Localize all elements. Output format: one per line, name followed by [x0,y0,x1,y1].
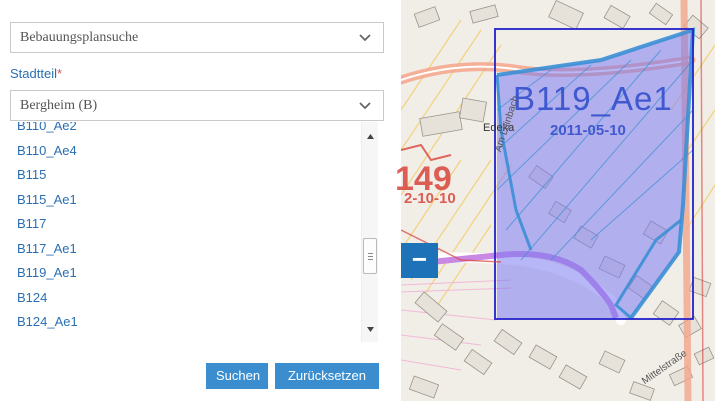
plan-listbox[interactable]: B110_Ae2 B110_Ae4 B115 B115_Ae1 B117 B11… [10,122,384,342]
search-panel: Bebauungsplansuche Stadtteil* Bergheim (… [0,0,400,401]
plan-type-select[interactable]: Bebauungsplansuche [10,22,384,53]
plan-list-item[interactable]: B124_Ae1 [10,310,360,335]
chevron-down-icon [359,34,371,42]
plan-code-label: B119_Ae1 [513,80,673,117]
reset-button[interactable]: Zurücksetzen [275,363,379,389]
plan-list-item[interactable]: B124 [10,286,360,311]
required-marker: * [56,66,63,81]
district-label-text: Stadtteil [10,66,57,81]
plan-list-item[interactable]: B110_Ae2 [10,122,360,139]
plan-list-item[interactable]: B119_Ae1 [10,261,360,286]
plan-list-item[interactable]: B115 [10,163,360,188]
plan-type-value: Bebauungsplansuche [20,30,139,45]
chevron-down-icon [359,102,371,110]
search-button[interactable]: Suchen [206,363,268,389]
zoom-out-button[interactable]: − [401,243,438,278]
scroll-down-arrow-icon[interactable] [362,321,379,338]
plan-list-item[interactable]: B117_Ae1 [10,237,360,262]
district-label: Stadtteil* [10,66,62,81]
scroll-thumb[interactable] [363,238,377,274]
plan-list-items: B110_Ae2 B110_Ae4 B115 B115_Ae1 B117 B11… [10,122,360,335]
plan-list-item[interactable]: B115_Ae1 [10,188,360,213]
plan-list-item[interactable]: B110_Ae4 [10,139,360,164]
plan-date-label: 2011-05-10 [550,122,626,139]
plan-polygon [494,27,696,320]
scroll-up-arrow-icon[interactable] [362,128,379,145]
neighbor-plan-date-label: 2-10-10 [404,190,456,207]
plan-list-item[interactable]: B117 [10,212,360,237]
listbox-scrollbar[interactable] [361,122,378,342]
district-value: Bergheim (B) [20,98,98,113]
district-select[interactable]: Bergheim (B) [10,90,384,121]
